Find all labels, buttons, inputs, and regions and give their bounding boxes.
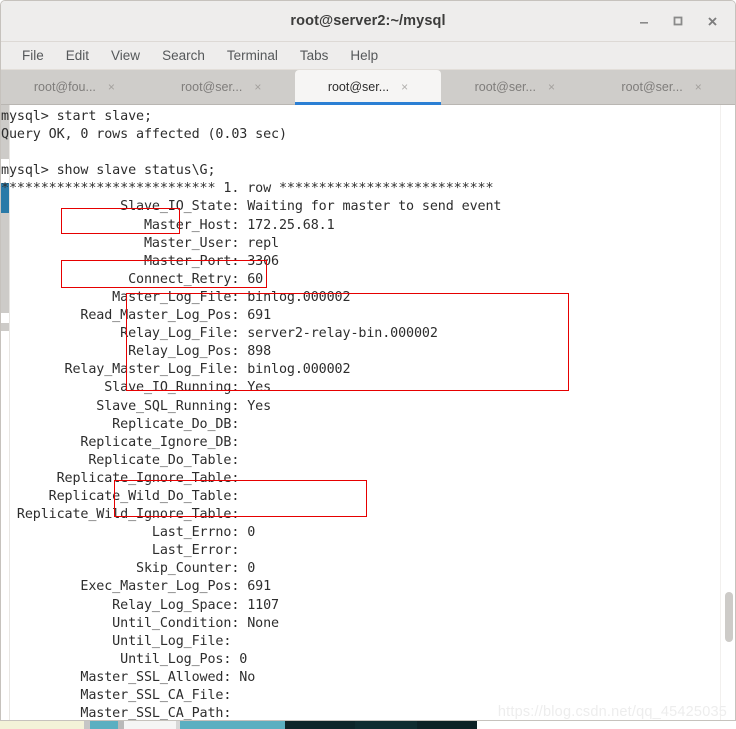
terminal-line-30: Until_Log_Pos: 0 — [1, 651, 248, 667]
terminal-line-4: *************************** 1. row *****… — [1, 181, 494, 197]
minimize-button[interactable] — [627, 4, 661, 38]
menu-terminal[interactable]: Terminal — [216, 46, 289, 66]
menu-tabs[interactable]: Tabs — [289, 46, 340, 66]
terminal-line-24: Last_Error: — [1, 543, 240, 559]
terminal-line-26: Exec_Master_Log_Pos: 691 — [1, 579, 272, 595]
tab-close-icon[interactable]: × — [254, 81, 261, 93]
close-button[interactable] — [695, 4, 729, 38]
terminal-line-0: mysql> start slave; — [1, 109, 152, 124]
terminal-line-17: Replicate_Do_DB: — [1, 416, 240, 432]
tab-close-icon[interactable]: × — [695, 81, 702, 93]
window-titlebar: root@server2:~/mysql — [1, 1, 735, 42]
terminal-line-1: Query OK, 0 rows affected (0.03 sec) — [1, 127, 287, 143]
terminal-line-13: Relay_Log_Pos: 898 — [1, 344, 272, 360]
tab-0[interactable]: root@fou... × — [1, 70, 148, 104]
tab-label: root@fou... — [33, 80, 96, 94]
menubar: File Edit View Search Terminal Tabs Help — [1, 42, 735, 70]
maximize-button[interactable] — [661, 4, 695, 38]
terminal-line-18: Replicate_Ignore_DB: — [1, 434, 240, 450]
terminal-line-2 — [1, 144, 727, 162]
terminal-line-12: Relay_Log_File: server2-relay-bin.000002 — [1, 326, 438, 342]
watermark-text: https://blog.csdn.net/qq_45425035 — [497, 704, 727, 720]
menu-file[interactable]: File — [11, 46, 55, 66]
tab-1[interactable]: root@ser... × — [148, 70, 295, 104]
terminal-line-19: Replicate_Do_Table: — [1, 452, 240, 468]
terminal-line-3: mysql> show slave status\G; — [1, 163, 216, 179]
terminal-output-area[interactable]: mysql> start slave; Query OK, 0 rows affe… — [1, 105, 735, 720]
terminal-text: mysql> start slave; Query OK, 0 rows affe… — [1, 105, 727, 720]
terminal-line-9: Connect_Retry: 60 — [1, 271, 264, 287]
terminal-line-6: Master_Host: 172.25.68.1 — [1, 217, 335, 233]
terminal-line-5: Slave_IO_State: Waiting for master to se… — [1, 199, 502, 215]
terminal-line-31: Master_SSL_Allowed: No — [1, 669, 256, 685]
terminal-line-8: Master_Port: 3306 — [1, 253, 279, 269]
tab-2-active[interactable]: root@ser... × — [294, 70, 442, 105]
tab-label: root@ser... — [181, 80, 243, 94]
terminal-line-11: Read_Master_Log_Pos: 691 — [1, 308, 272, 324]
tab-4[interactable]: root@ser... × — [588, 70, 735, 104]
tab-label: root@ser... — [474, 80, 536, 94]
terminal-window: root@server2:~/mysql File Edit View Sear… — [0, 0, 736, 721]
terminal-line-25: Skip_Counter: 0 — [1, 561, 256, 577]
window-controls — [627, 1, 729, 41]
menu-view[interactable]: View — [100, 46, 151, 66]
tab-3[interactable]: root@ser... × — [441, 70, 588, 104]
terminal-scrollbar[interactable] — [720, 105, 735, 720]
terminal-line-16: Slave_SQL_Running: Yes — [1, 398, 272, 414]
menu-help[interactable]: Help — [339, 46, 389, 66]
tab-label: root@ser... — [327, 80, 390, 94]
terminal-line-29: Until_Log_File: — [1, 633, 232, 649]
terminal-line-32: Master_SSL_CA_File: — [1, 688, 232, 703]
tab-label: root@ser... — [621, 80, 683, 94]
terminal-line-10: Master_Log_File: binlog.000002 — [1, 289, 351, 305]
terminal-line-28: Until_Condition: None — [1, 615, 279, 631]
terminal-line-14: Relay_Master_Log_File: binlog.000002 — [1, 362, 351, 378]
terminal-line-22: Replicate_Wild_Ignore_Table: — [1, 507, 240, 523]
terminal-line-7: Master_User: repl — [1, 235, 279, 251]
terminal-line-27: Relay_Log_Space: 1107 — [1, 597, 279, 613]
terminal-line-20: Replicate_Ignore_Table: — [1, 470, 240, 486]
terminal-line-15: Slave_IO_Running: Yes — [1, 380, 272, 396]
window-title: root@server2:~/mysql — [290, 13, 446, 29]
menu-search[interactable]: Search — [151, 46, 216, 66]
terminal-scrollbar-thumb[interactable] — [725, 592, 733, 642]
terminal-line-23: Last_Errno: 0 — [1, 525, 256, 541]
tab-close-icon[interactable]: × — [108, 81, 115, 93]
terminal-line-21: Replicate_Wild_Do_Table: — [1, 488, 240, 504]
tab-close-icon[interactable]: × — [548, 81, 555, 93]
tab-close-icon[interactable]: × — [401, 81, 408, 93]
menu-edit[interactable]: Edit — [55, 46, 100, 66]
tab-bar: root@fou... × root@ser... × root@ser... … — [1, 70, 735, 105]
